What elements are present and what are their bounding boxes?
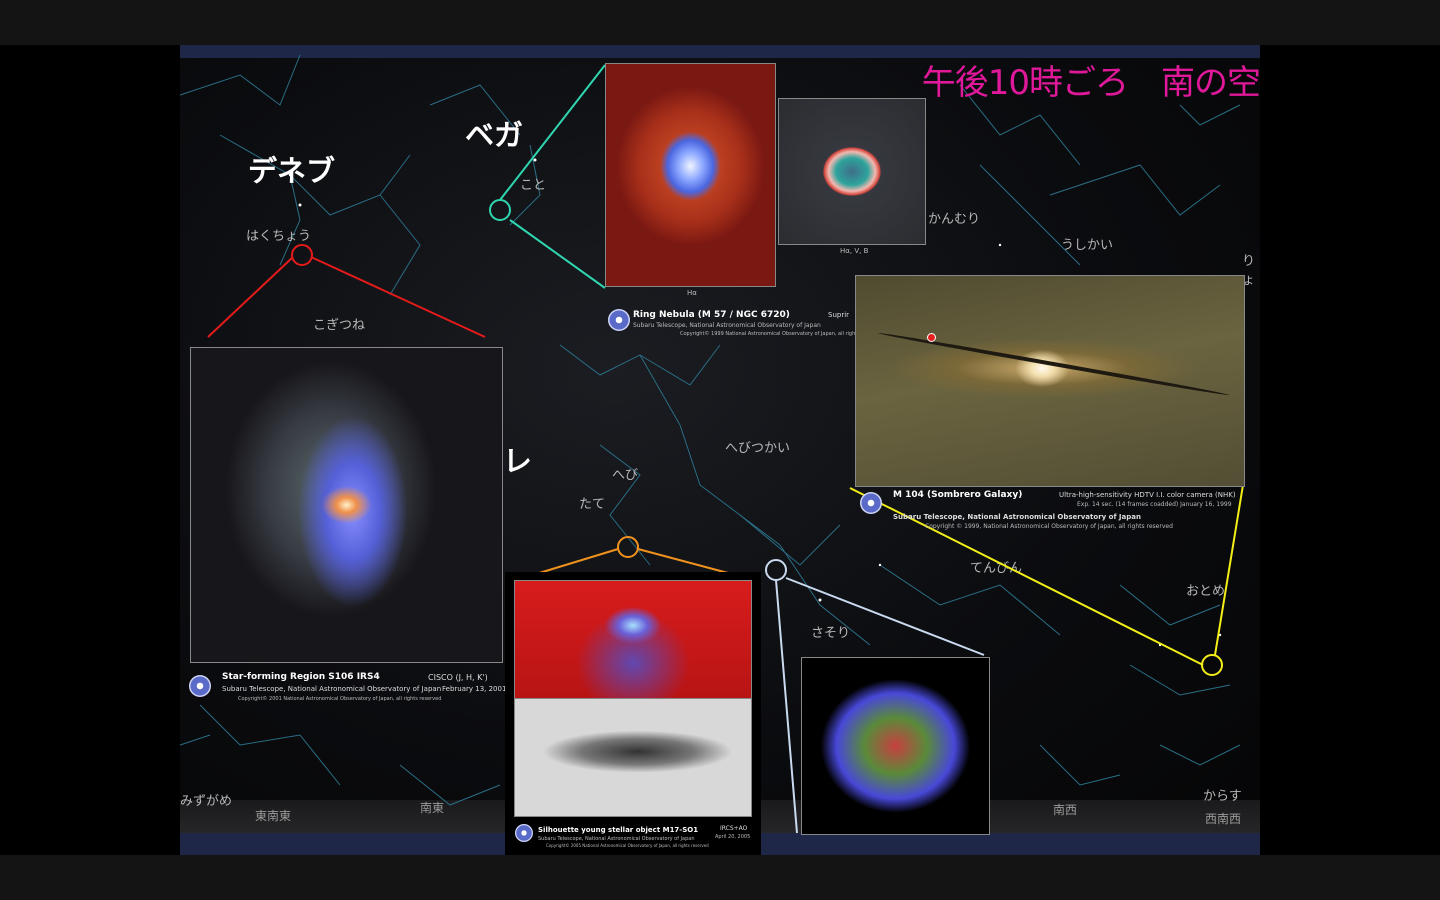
deneb-pointer-line-left bbox=[207, 256, 294, 338]
m17-caption-copyright: Copyright© 2005 National Astronomical Ob… bbox=[546, 843, 709, 848]
ring-caption-title: Ring Nebula (M 57 / NGC 6720) bbox=[633, 310, 790, 320]
vega-marker-circle bbox=[489, 199, 511, 221]
sombrero-caption-exposure: Exp. 14 sec. (14 frames coadded) January… bbox=[1077, 501, 1232, 508]
ring-caption-instrument: Suprir bbox=[828, 311, 850, 319]
ring-nebula-color-image bbox=[778, 98, 926, 245]
vega-pointer-line-bottom bbox=[509, 219, 606, 289]
letterbox-top bbox=[0, 0, 1440, 45]
ring-filter-right: Hα, V, B bbox=[840, 247, 869, 255]
sombrero-caption-title: M 104 (Sombrero Galaxy) bbox=[893, 490, 1023, 500]
m17-caption-instrument: IRCS+AO bbox=[720, 825, 748, 832]
sombrero-galaxy-image bbox=[855, 275, 1245, 487]
m17-caption-title: Silhouette young stellar object M17-SO1 bbox=[538, 826, 699, 834]
kepler-pointer-line-bottom bbox=[775, 579, 798, 834]
m17-caption-date: April 20, 2005 bbox=[715, 834, 751, 840]
m17-infrared-image bbox=[514, 580, 752, 699]
s106-caption-date: February 13, 2001 bbox=[442, 685, 507, 693]
s106-caption-credit: Subaru Telescope, National Astronomical … bbox=[222, 685, 442, 693]
s106-caption-copyright: Copyright© 2001 National Astronomical Ob… bbox=[238, 696, 442, 702]
sombrero-pointer-line-right bbox=[1214, 484, 1244, 656]
ring-nebula-halpha-image bbox=[605, 63, 776, 287]
sombrero-caption-credit: Subaru Telescope, National Astronomical … bbox=[893, 513, 1141, 521]
deneb-pointer-line-right bbox=[310, 256, 486, 338]
m17-silhouette-image bbox=[514, 698, 752, 817]
naoj-logo bbox=[515, 824, 533, 842]
sombrero-red-dot bbox=[927, 333, 936, 342]
kepler-pointer-line-top bbox=[785, 577, 985, 656]
deneb-marker-circle bbox=[291, 244, 313, 266]
s106-caption-instrument: CISCO (J, H, K') bbox=[428, 673, 488, 682]
ring-filter-left: Hα bbox=[687, 289, 697, 297]
naoj-logo bbox=[189, 675, 211, 697]
naoj-logo bbox=[608, 309, 630, 331]
kepler-marker-circle bbox=[765, 559, 787, 581]
sky-slide: 午後10時ごろ 南の空 デネブ ベガ レ はくちょう こぎつね こと かんむり … bbox=[180, 45, 1260, 855]
ring-caption-credit: Subaru Telescope, National Astronomical … bbox=[633, 322, 821, 329]
sombrero-marker-circle bbox=[1201, 654, 1223, 676]
ring-caption-copyright: Copyright© 1999 National Astronomical Ob… bbox=[680, 331, 884, 337]
naoj-logo bbox=[860, 492, 882, 514]
s106-caption-title: Star-forming Region S106 IRS4 bbox=[222, 672, 380, 682]
vega-pointer-line-top bbox=[499, 64, 606, 201]
sombrero-caption-copyright: Copyright © 1999, National Astronomical … bbox=[925, 523, 1173, 530]
letterbox-bottom bbox=[0, 855, 1440, 900]
supernova-remnant-image bbox=[801, 657, 990, 835]
m17-caption-credit: Subaru Telescope, National Astronomical … bbox=[538, 836, 695, 842]
sombrero-caption-instrument: Ultra-high-sensitivity HDTV I.I. color c… bbox=[1059, 491, 1236, 499]
s106-image bbox=[190, 347, 503, 663]
m17-marker-circle bbox=[617, 536, 639, 558]
